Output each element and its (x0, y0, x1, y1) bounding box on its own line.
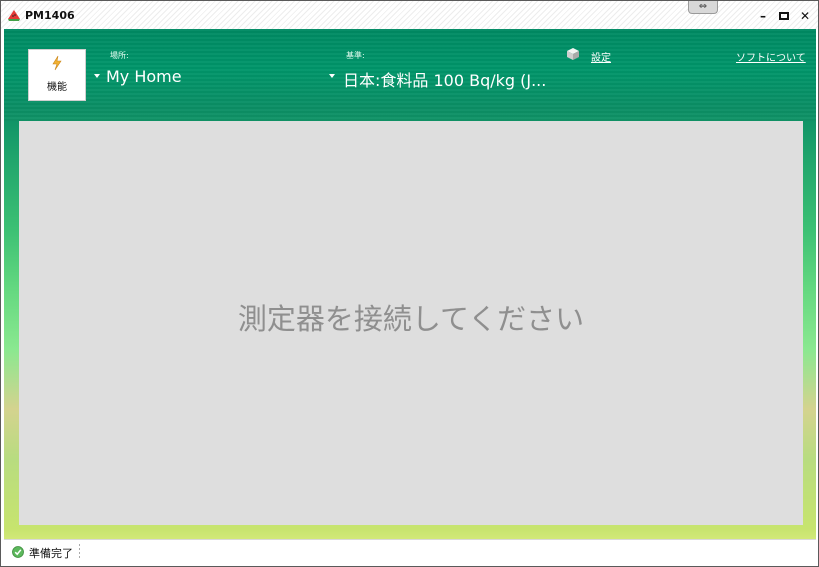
maximize-button[interactable] (778, 10, 790, 22)
status-bar: 準備完了 (4, 539, 816, 564)
connect-device-message: 測定器を接続してください (237, 302, 585, 336)
location-dropdown-icon[interactable] (94, 74, 100, 78)
watermelon-icon (8, 10, 20, 21)
main-area: 機能 場所: My Home 基準: 日本:食料品 100 Bq/kg (J..… (4, 29, 816, 539)
settings-link[interactable]: 設定 (591, 49, 611, 64)
standard-label: 基準: (346, 51, 365, 60)
about-software-link[interactable]: ソフトについて (736, 49, 806, 64)
function-button[interactable]: 機能 (28, 49, 86, 101)
status-text: 準備完了 (29, 547, 73, 560)
check-circle-icon (12, 546, 24, 558)
lightning-icon (52, 55, 62, 71)
location-label: 場所: (110, 51, 129, 60)
standard-dropdown-icon[interactable] (329, 74, 335, 78)
box-icon[interactable] (566, 47, 580, 61)
title-bar[interactable]: PM1406 ⇔ – ✕ (1, 1, 818, 29)
header-bar: 機能 場所: My Home 基準: 日本:食料品 100 Bq/kg (J..… (4, 29, 816, 121)
close-button[interactable]: ✕ (799, 10, 811, 22)
maximize-icon (779, 12, 789, 20)
function-label: 機能 (47, 82, 67, 93)
status-divider (79, 544, 80, 560)
app-window: PM1406 ⇔ – ✕ 機能 場所: My Home 基準: 日本:食料品 1… (0, 0, 819, 567)
minimize-button[interactable]: – (757, 10, 769, 22)
location-dropdown[interactable]: My Home (106, 67, 182, 86)
window-title: PM1406 (25, 9, 75, 22)
resize-grip-icon[interactable]: ⇔ (688, 1, 718, 14)
standard-dropdown[interactable]: 日本:食料品 100 Bq/kg (J... (343, 67, 546, 91)
content-panel: 測定器を接続してください (19, 121, 803, 525)
